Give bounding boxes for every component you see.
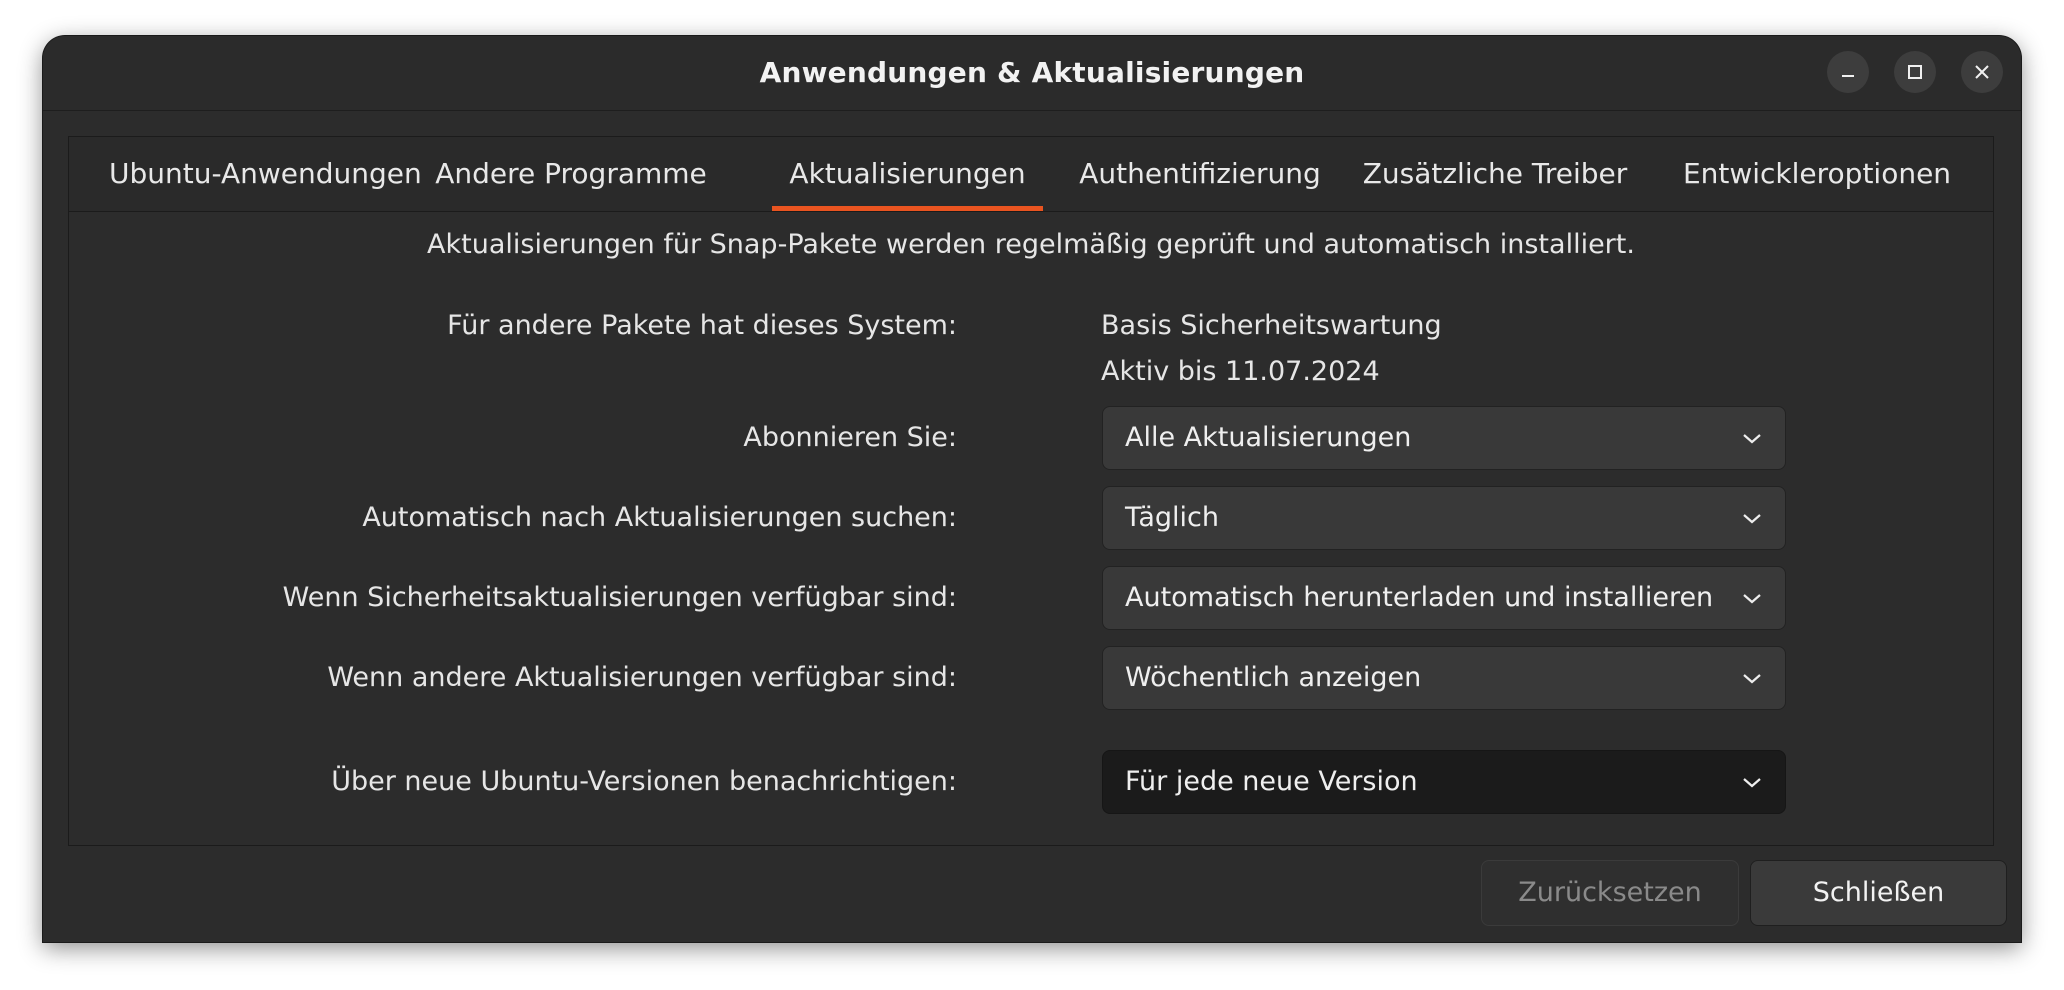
release-notify-combobox[interactable]: Für jede neue Version [1102, 750, 1786, 814]
window-title: Anwendungen & Aktualisierungen [759, 56, 1305, 89]
minimize-button[interactable] [1827, 51, 1869, 93]
snap-info-text: Aktualisierungen für Snap-Pakete werden … [427, 229, 1635, 260]
tab-label: Ubuntu-Anwendungen [109, 157, 422, 190]
other-updates-combobox[interactable]: Wöchentlich anzeigen [1102, 646, 1786, 710]
combo-value: Für jede neue Version [1125, 766, 1418, 797]
tab-entwickleroptionen[interactable]: Entwickleroptionen [1667, 137, 1967, 211]
chevron-down-icon [1743, 594, 1761, 604]
tab-aktualisierungen[interactable]: Aktualisierungen [772, 137, 1043, 211]
tab-andere-programme[interactable]: Andere Programme [433, 137, 709, 211]
maximize-button[interactable] [1894, 51, 1936, 93]
tab-label: Zusätzliche Treiber [1362, 157, 1628, 190]
minimize-icon [1842, 75, 1854, 77]
combo-value: Automatisch herunterladen und installier… [1125, 582, 1714, 613]
check-updates-combobox[interactable]: Täglich [1102, 486, 1786, 550]
chevron-down-icon [1743, 778, 1761, 788]
reset-button[interactable]: Zurücksetzen [1481, 860, 1739, 926]
combo-value: Wöchentlich anzeigen [1125, 662, 1422, 693]
other-updates-label: Wenn andere Aktualisierungen verfügbar s… [327, 662, 957, 693]
combo-value: Alle Aktualisierungen [1125, 422, 1412, 453]
security-updates-combobox[interactable]: Automatisch herunterladen und installier… [1102, 566, 1786, 630]
tab-ubuntu-anwendungen[interactable]: Ubuntu-Anwendungen [109, 137, 422, 211]
tab-bar: Ubuntu-Anwendungen Andere Programme Aktu… [69, 137, 1993, 212]
subscribe-label: Abonnieren Sie: [743, 422, 957, 453]
close-window-button[interactable] [1961, 51, 2003, 93]
system-label: Für andere Pakete hat dieses System: [447, 310, 957, 341]
chevron-down-icon [1743, 674, 1761, 684]
maximize-icon [1908, 65, 1922, 79]
tab-label: Entwickleroptionen [1682, 157, 1952, 190]
close-icon [1975, 65, 1989, 79]
tab-label: Aktualisierungen [789, 157, 1026, 190]
tab-label: Andere Programme [435, 157, 707, 190]
check-updates-label: Automatisch nach Aktualisierungen suchen… [362, 502, 957, 533]
close-button[interactable]: Schließen [1750, 860, 2007, 926]
release-notify-label: Über neue Ubuntu-Versionen benachrichtig… [331, 766, 957, 797]
dialog-window: Anwendungen & Aktualisierungen Ubuntu-An… [43, 36, 2021, 942]
tab-authentifizierung[interactable]: Authentifizierung [1075, 137, 1325, 211]
subscribe-combobox[interactable]: Alle Aktualisierungen [1102, 406, 1786, 470]
chevron-down-icon [1743, 434, 1761, 444]
support-status-value: Aktiv bis 11.07.2024 [1101, 356, 1380, 387]
security-updates-label: Wenn Sicherheitsaktualisierungen verfügb… [282, 582, 957, 613]
chevron-down-icon [1743, 514, 1761, 524]
system-value: Basis Sicherheitswartung [1101, 310, 1442, 341]
title-bar: Anwendungen & Aktualisierungen [43, 36, 2021, 111]
combo-value: Täglich [1125, 502, 1219, 533]
tab-notebook: Ubuntu-Anwendungen Andere Programme Aktu… [68, 136, 1994, 846]
tab-label: Authentifizierung [1079, 157, 1321, 190]
tab-zusaetzliche-treiber[interactable]: Zusätzliche Treiber [1358, 137, 1632, 211]
